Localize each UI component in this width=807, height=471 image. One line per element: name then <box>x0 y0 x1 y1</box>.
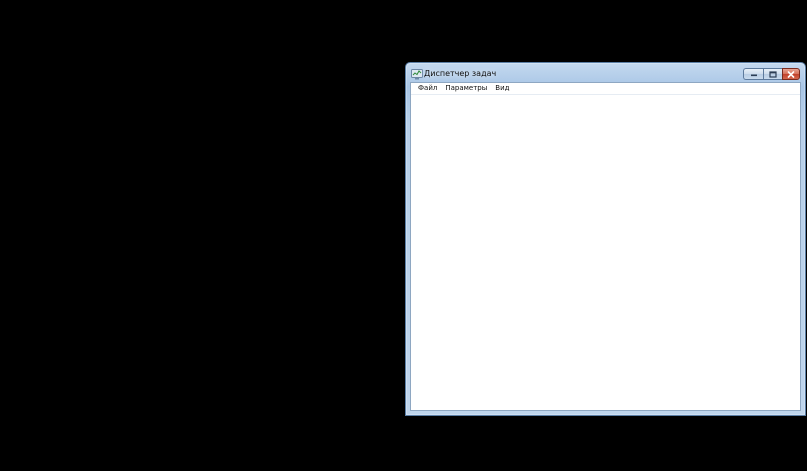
maximize-icon <box>769 70 777 78</box>
desktop-background: Диспетчер задач Файл Параметры Вид <box>0 0 807 471</box>
caption-buttons <box>743 68 800 80</box>
title-bar[interactable]: Диспетчер задач <box>406 63 805 83</box>
maximize-button[interactable] <box>763 68 782 80</box>
minimize-button[interactable] <box>743 68 763 80</box>
content-area <box>411 95 800 410</box>
close-icon <box>787 70 795 78</box>
window-title: Диспетчер задач <box>424 69 497 78</box>
client-area: Файл Параметры Вид <box>410 82 801 411</box>
menu-item-view[interactable]: Вид <box>491 83 513 94</box>
close-button[interactable] <box>782 68 800 80</box>
minimize-icon <box>750 74 757 77</box>
menu-bar: Файл Параметры Вид <box>411 83 800 95</box>
task-manager-window[interactable]: Диспетчер задач Файл Параметры Вид <box>405 62 806 416</box>
menu-item-file[interactable]: Файл <box>414 83 441 94</box>
task-manager-icon <box>411 69 423 80</box>
menu-item-options[interactable]: Параметры <box>441 83 491 94</box>
